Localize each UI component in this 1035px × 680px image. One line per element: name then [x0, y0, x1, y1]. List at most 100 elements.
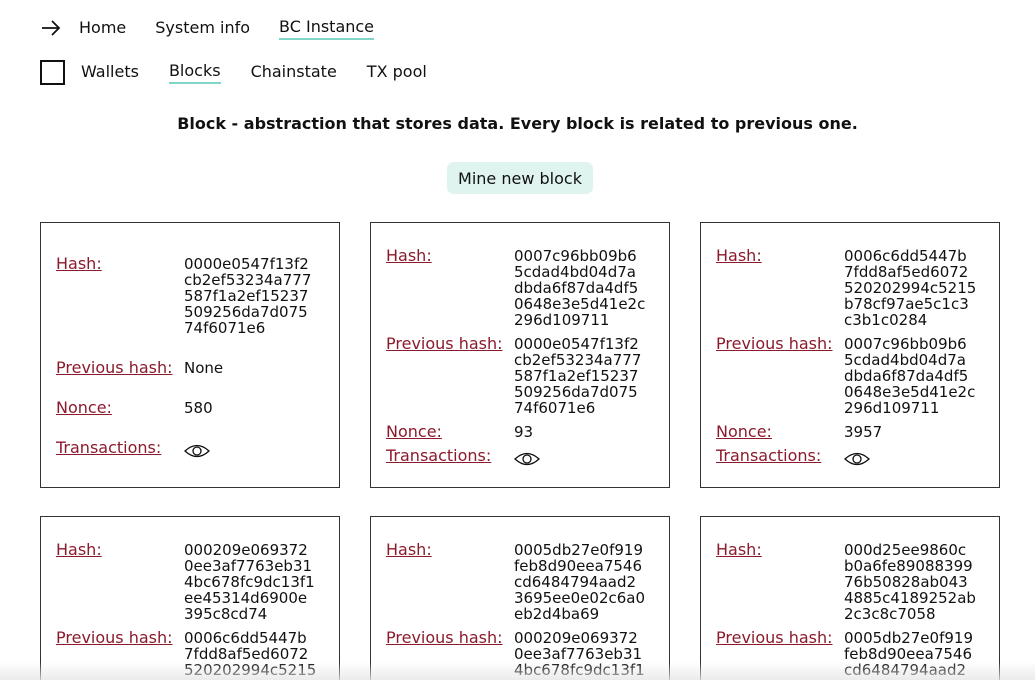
nav-system-info[interactable]: System info [155, 18, 250, 39]
nav-bc-instance[interactable]: BC Instance [279, 17, 375, 40]
hash-line: 509256da7d075 [184, 303, 308, 321]
hash-line: 0006c6dd5447b [844, 247, 967, 265]
block-card: Hash: 0006c6dd5447b 7fdd8af5ed6072 52020… [700, 222, 1000, 488]
page-description: Block - abstraction that stores data. Ev… [177, 114, 858, 133]
previous-hash-label[interactable]: Previous hash: [386, 334, 503, 353]
previous-hash-line: 000209e069372 [514, 629, 638, 647]
transactions-label[interactable]: Transactions: [56, 438, 161, 457]
previous-hash-label[interactable]: Previous hash: [56, 628, 173, 647]
previous-hash-line: 509256da7d075 [514, 383, 638, 401]
hash-value: 0000e0547f13f2 cb2ef53234a777 587f1a2ef1… [184, 256, 311, 336]
hash-line: 4885c4189252ab [844, 589, 976, 607]
hash-line: b0a6fe89088399 [844, 557, 973, 575]
arrow-right-icon[interactable] [40, 17, 62, 39]
hash-value: 0007c96bb09b6 5cdad4bd04d7a dbda6f87da4d… [514, 248, 645, 328]
menu-checkbox[interactable] [40, 59, 65, 85]
previous-hash-line: 296d109711 [844, 399, 940, 417]
hash-line: 2c3c8c7058 [844, 605, 936, 623]
hash-line: 587f1a2ef15237 [184, 287, 309, 305]
previous-hash-label[interactable]: Previous hash: [386, 628, 503, 647]
hash-label[interactable]: Hash: [716, 246, 762, 265]
block-card: Hash: 000d25ee9860c b0a6fe89088399 76b50… [700, 516, 1000, 680]
hash-line: 3695ee0e02c6a0 [514, 589, 646, 607]
hash-line: eb2d4ba69 [514, 605, 600, 623]
hash-line: c3b1c0284 [844, 311, 928, 329]
previous-hash-value: None [184, 360, 223, 376]
hash-value: 0005db27e0f919 feb8d90eea7546 cd6484794a… [514, 542, 645, 622]
eye-icon[interactable] [184, 441, 210, 461]
hash-line: 76b50828ab043 [844, 573, 968, 591]
nonce-label[interactable]: Nonce: [716, 422, 772, 441]
hash-line: 4bc678fc9dc13f1 [184, 573, 315, 591]
sub-nav: Wallets Blocks Chainstate TX pool [40, 58, 457, 86]
hash-line: cb2ef53234a777 [184, 271, 312, 289]
tab-wallets[interactable]: Wallets [81, 62, 139, 83]
previous-hash-line: None [184, 359, 224, 377]
bottom-fade [0, 662, 1035, 680]
hash-label[interactable]: Hash: [716, 540, 762, 559]
previous-hash-line: 0006c6dd5447b [184, 629, 307, 647]
nonce-label[interactable]: Nonce: [386, 422, 442, 441]
previous-hash-line: 0ee3af7763eb31 [514, 645, 643, 663]
hash-line: dbda6f87da4df5 [514, 279, 639, 297]
previous-hash-line: dbda6f87da4df5 [844, 367, 969, 385]
top-nav: Home System info BC Instance [40, 14, 403, 42]
hash-line: 000209e069372 [184, 541, 308, 559]
eye-icon[interactable] [514, 449, 540, 469]
previous-hash-line: cb2ef53234a777 [514, 351, 642, 369]
block-card: Hash: 000209e069372 0ee3af7763eb31 4bc67… [40, 516, 340, 680]
previous-hash-label[interactable]: Previous hash: [716, 334, 833, 353]
block-card: Hash: 0007c96bb09b6 5cdad4bd04d7a dbda6f… [370, 222, 670, 488]
nonce-label[interactable]: Nonce: [56, 398, 112, 417]
previous-hash-line: 0000e0547f13f2 [514, 335, 639, 353]
previous-hash-line: 0005db27e0f919 [844, 629, 973, 647]
hash-line: 0007c96bb09b6 [514, 247, 637, 265]
nonce-value: 580 [184, 399, 213, 417]
previous-hash-label[interactable]: Previous hash: [56, 358, 173, 377]
hash-line: 395c8cd74 [184, 605, 268, 623]
hash-line: 000d25ee9860c [844, 541, 967, 559]
hash-line: cd6484794aad2 [514, 573, 637, 591]
mine-new-block-button[interactable]: Mine new block [447, 162, 593, 194]
tab-chainstate[interactable]: Chainstate [251, 62, 337, 83]
previous-hash-line: 74f6071e6 [514, 399, 596, 417]
eye-icon[interactable] [844, 449, 870, 469]
hash-label[interactable]: Hash: [56, 540, 102, 559]
hash-line: 0648e3e5d41e2c [514, 295, 646, 313]
hash-line: 5cdad4bd04d7a [514, 263, 636, 281]
hash-line: 0000e0547f13f2 [184, 255, 309, 273]
previous-hash-label[interactable]: Previous hash: [716, 628, 833, 647]
previous-hash-value: 0000e0547f13f2 cb2ef53234a777 587f1a2ef1… [514, 336, 641, 416]
previous-hash-line: 5cdad4bd04d7a [844, 351, 966, 369]
block-card: Hash: 0000e0547f13f2 cb2ef53234a777 587f… [40, 222, 340, 488]
hash-line: ee45314d6900e [184, 589, 308, 607]
hash-value: 000d25ee9860c b0a6fe89088399 76b50828ab0… [844, 542, 976, 622]
previous-hash-line: 0007c96bb09b6 [844, 335, 967, 353]
previous-hash-line: feb8d90eea7546 [844, 645, 973, 663]
previous-hash-value: 0007c96bb09b6 5cdad4bd04d7a dbda6f87da4d… [844, 336, 975, 416]
hash-label[interactable]: Hash: [386, 540, 432, 559]
previous-hash-line: 0648e3e5d41e2c [844, 383, 976, 401]
previous-hash-line: 587f1a2ef15237 [514, 367, 639, 385]
hash-line: 0005db27e0f919 [514, 541, 643, 559]
hash-line: 74f6071e6 [184, 319, 266, 337]
hash-label[interactable]: Hash: [386, 246, 432, 265]
transactions-label[interactable]: Transactions: [716, 446, 821, 465]
tab-tx-pool[interactable]: TX pool [367, 62, 427, 83]
tab-blocks[interactable]: Blocks [168, 61, 221, 84]
previous-hash-line: 7fdd8af5ed6072 [184, 645, 309, 663]
hash-line: 0ee3af7763eb31 [184, 557, 313, 575]
hash-line: 7fdd8af5ed6072 [844, 263, 969, 281]
nonce-value: 3957 [844, 423, 883, 441]
hash-value: 0006c6dd5447b 7fdd8af5ed6072 520202994c5… [844, 248, 976, 328]
transactions-label[interactable]: Transactions: [386, 446, 491, 465]
nav-home[interactable]: Home [79, 18, 126, 39]
hash-line: 296d109711 [514, 311, 610, 329]
hash-line: b78cf97ae5c1c3 [844, 295, 969, 313]
hash-value: 000209e069372 0ee3af7763eb31 4bc678fc9dc… [184, 542, 315, 622]
hash-line: 520202994c5215 [844, 279, 977, 297]
nonce-value: 93 [514, 423, 534, 441]
hash-label[interactable]: Hash: [56, 254, 102, 273]
hash-line: feb8d90eea7546 [514, 557, 643, 575]
block-card: Hash: 0005db27e0f919 feb8d90eea7546 cd64… [370, 516, 670, 680]
